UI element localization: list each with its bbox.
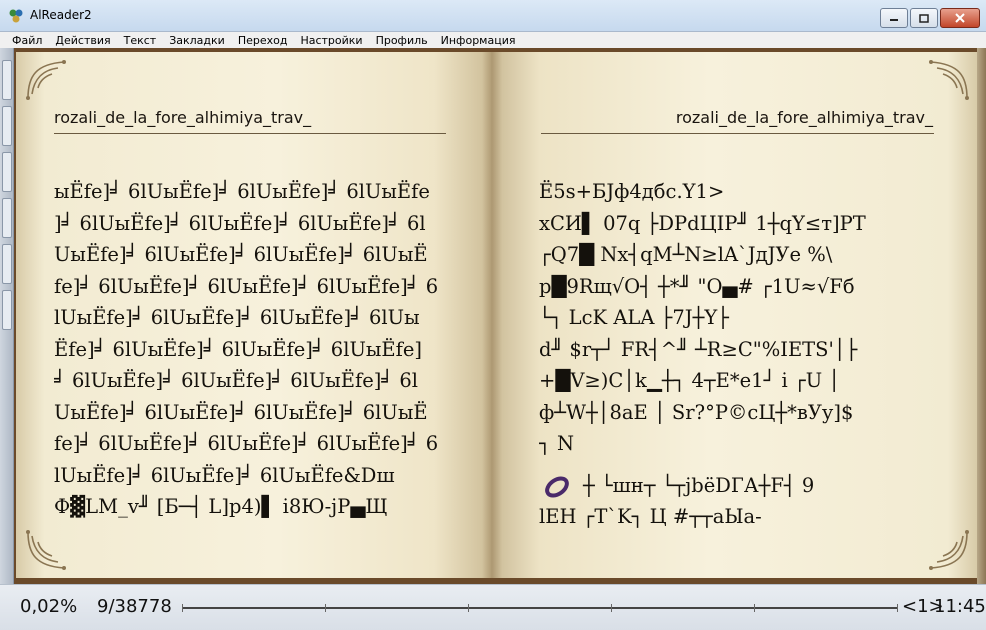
text-line: d╜ $r┬┘ FR┤^╜ ┴R≥C"%IETS'│├ bbox=[539, 337, 858, 361]
text-line: ыЁfe]╛ 6lUыЁfe]╛ 6lUыЁfe]╛ 6lUыЁfe bbox=[54, 180, 430, 203]
text-line: +█V≥)C│k▁┼┐ 4┬E*e1┘ i ┌U │ bbox=[539, 369, 841, 392]
text-line: Ёfe]╛ 6lUыЁfe]╛ 6lUыЁfe]╛ 6lUыЁfe] bbox=[54, 337, 423, 361]
corner-ornament-icon bbox=[929, 60, 969, 100]
text-line: ╛ 6lUыЁfe]╛ 6lUыЁfe]╛ 6lUыЁfe]╛ 6l bbox=[54, 369, 418, 392]
text-line: Ф▓LM_v╜ [Б─┤ L]p4)▌ i8Ю-jP▄Щ bbox=[54, 495, 388, 518]
text-line: UыЁfe]╛ 6lUыЁfe]╛ 6lUыЁfe]╛ 6lUыЁ bbox=[54, 400, 428, 424]
corner-ornament-icon bbox=[26, 60, 66, 100]
reading-progress-bar[interactable] bbox=[182, 604, 898, 612]
text-line: p█9Rщ√O┤ ┼*╜ "O▄# ┌1U≈√Fб bbox=[539, 274, 855, 298]
text-line: └┐ LcK ALA ├7J┼Y├ bbox=[539, 306, 729, 329]
page-counter[interactable]: 9/38778 bbox=[97, 596, 172, 617]
text-line-content: ┼ └шн┬ └┬jbёDГА┼F┤ 9 bbox=[583, 473, 815, 497]
menu-profile[interactable]: Профиль bbox=[370, 34, 435, 47]
progress-tick bbox=[182, 604, 183, 612]
left-page[interactable]: rozali_de_la_fore_alhimiya_trav_ ыЁfe]╛ … bbox=[16, 52, 491, 578]
menu-bookmarks[interactable]: Закладки bbox=[163, 34, 232, 47]
text-line: lUыЁfe]╛ 6lUыЁfe]╛ 6lUыЁfe&Dш bbox=[54, 463, 395, 487]
side-tab[interactable] bbox=[2, 290, 12, 330]
corner-ornament-icon bbox=[929, 530, 969, 570]
minimize-icon bbox=[890, 19, 898, 21]
menu-actions[interactable]: Действия bbox=[49, 34, 117, 47]
right-page[interactable]: rozali_de_la_fore_alhimiya_trav_ Ё5s+БЈф… bbox=[491, 52, 977, 578]
title-bar: AlReader2 bbox=[0, 0, 986, 32]
title-divider bbox=[54, 133, 446, 134]
progress-tick bbox=[754, 604, 755, 612]
menu-bar: Файл Действия Текст Закладки Переход Нас… bbox=[0, 32, 986, 48]
menu-navigate[interactable]: Переход bbox=[232, 34, 295, 47]
left-page-title: rozali_de_la_fore_alhimiya_trav_ bbox=[54, 108, 312, 127]
side-tab[interactable] bbox=[2, 198, 12, 238]
text-line: ┐ N bbox=[539, 432, 575, 455]
book-spine bbox=[482, 52, 502, 578]
menu-settings[interactable]: Настройки bbox=[294, 34, 369, 47]
clock: 11:45 bbox=[934, 596, 986, 617]
side-tab[interactable] bbox=[2, 244, 12, 284]
progress-tick bbox=[325, 604, 326, 612]
progress-tick bbox=[468, 604, 469, 612]
minimize-button[interactable] bbox=[880, 8, 908, 28]
maximize-button[interactable] bbox=[910, 8, 938, 28]
menu-text[interactable]: Текст bbox=[118, 34, 164, 47]
progress-tick bbox=[897, 604, 898, 612]
left-side-strip bbox=[0, 48, 14, 584]
text-line: lUыЁfe]╛ 6lUыЁfe]╛ 6lUыЁfe]╛ 6lUы bbox=[54, 306, 420, 329]
text-line: ┌Q7█ Nx┤qM┴N≥lA`JдJУe %\ bbox=[539, 243, 833, 266]
text-line: ]╛ 6lUыЁfe]╛ 6lUыЁfe]╛ 6lUыЁfe]╛ 6l bbox=[54, 211, 426, 235]
text-line: fe]╛ 6lUыЁfe]╛ 6lUыЁfe]╛ 6lUыЁfe]╛ 6 bbox=[54, 274, 439, 298]
right-page-title: rozali_de_la_fore_alhimiya_trav_ bbox=[675, 108, 933, 127]
side-tab[interactable] bbox=[2, 106, 12, 146]
text-line: UыЁfe]╛ 6lUыЁfe]╛ 6lUыЁfe]╛ 6lUыЁ bbox=[54, 243, 428, 266]
text-line: fe]╛ 6lUыЁfe]╛ 6lUыЁfe]╛ 6lUыЁfe]╛ 6 bbox=[54, 432, 439, 455]
left-page-text: ыЁfe]╛ 6lUыЁfe]╛ 6lUыЁfe]╛ 6lUыЁfe ]╛ 6l… bbox=[54, 176, 474, 523]
text-line: Ё5s+БЈф4дбс.Y1> bbox=[539, 180, 725, 203]
side-tab[interactable] bbox=[2, 60, 12, 100]
close-button[interactable] bbox=[940, 8, 980, 28]
progress-tick bbox=[611, 604, 612, 612]
title-divider bbox=[541, 133, 934, 134]
alreader-app-icon bbox=[9, 9, 23, 23]
menu-information[interactable]: Информация bbox=[435, 34, 523, 47]
window-title: AlReader2 bbox=[30, 8, 92, 22]
menu-file[interactable]: Файл bbox=[6, 34, 49, 47]
ornamental-glyph-icon bbox=[545, 475, 569, 498]
text-line: ┼ └шн┬ └┬jbёDГА┼F┤ 9 bbox=[539, 470, 949, 502]
text-line: хСИ▌ 07q ├DPdЦIP╜ 1┼qY≤т]PT bbox=[539, 211, 866, 235]
maximize-icon bbox=[919, 13, 929, 23]
close-icon bbox=[955, 13, 965, 23]
reading-percent: 0,02% bbox=[20, 596, 78, 617]
book-edge bbox=[977, 48, 986, 584]
status-bar: 0,02% 9/38778 <1> 11:45 bbox=[0, 584, 986, 630]
text-line: lЕН ┌T`K┐ Ц #┬┬аЫа- bbox=[539, 505, 762, 528]
corner-ornament-icon bbox=[26, 530, 66, 570]
right-page-text: Ё5s+БЈф4дбс.Y1> хСИ▌ 07q ├DPdЦIP╜ 1┼qY≤т… bbox=[539, 176, 949, 533]
text-line: ф┴W┼│8aE │ Sr?°P©сЦ┼*вУу]$ bbox=[539, 400, 854, 424]
side-tab[interactable] bbox=[2, 152, 12, 192]
